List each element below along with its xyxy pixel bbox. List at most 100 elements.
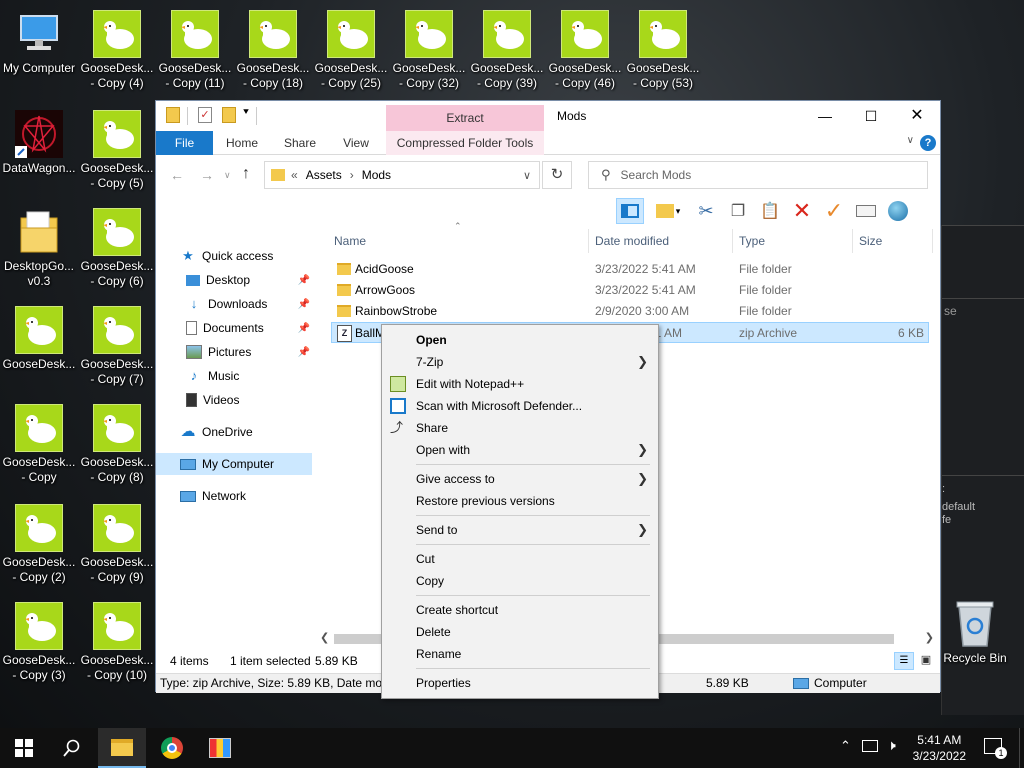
scroll-right-icon[interactable]: ❯ xyxy=(925,631,934,644)
search-button[interactable] xyxy=(48,728,96,768)
cut-icon[interactable]: ✂ xyxy=(692,198,720,224)
recycle-bin-icon[interactable]: Recycle Bin xyxy=(936,598,1014,694)
extract-context-tab[interactable]: Extract xyxy=(386,105,544,131)
desktop-icon-goose-shortcut[interactable]: GooseDesk... - Copy (10) xyxy=(78,596,156,692)
customize-quick-access-icon[interactable]: ⯆ xyxy=(242,107,250,118)
network-status-icon[interactable] xyxy=(862,740,878,752)
help-button[interactable]: ? xyxy=(920,135,936,151)
search-input[interactable]: ⚲ Search Mods xyxy=(588,161,928,189)
desktop-icon-goose-shortcut[interactable]: GooseDesk... - Copy (46) xyxy=(546,4,624,100)
desktop-icon-goose-shortcut[interactable]: GooseDesk... - Copy (8) xyxy=(78,398,156,494)
desktop-icon-goose-shortcut[interactable]: GooseDesk... - Copy (3) xyxy=(0,596,78,692)
desktop-icon-my-computer[interactable]: My Computer xyxy=(0,4,78,100)
tab-compressed-folder-tools[interactable]: Compressed Folder Tools xyxy=(386,131,544,155)
title-bar[interactable]: ✓ ⯆ Extract Mods — ☐ ✕ xyxy=(156,101,940,131)
menu-item-rename[interactable]: Rename xyxy=(382,643,658,665)
expand-ribbon-icon[interactable]: ∨ xyxy=(907,135,914,146)
desktop-icon-goose-shortcut[interactable]: GooseDesk... - Copy (11) xyxy=(156,4,234,100)
show-hidden-icons-icon[interactable]: ⌃ xyxy=(840,738,851,754)
properties-check-icon[interactable]: ✓ xyxy=(820,198,848,224)
clock[interactable]: 5:41 AM 3/23/2022 xyxy=(913,732,966,764)
desktop-icon-goose-shortcut[interactable]: GooseDesk... - Copy (32) xyxy=(390,4,468,100)
menu-item-give-access[interactable]: Give access to ❯ xyxy=(382,468,658,490)
desktop-icon-goose-shortcut[interactable]: GooseDesk... - Copy (5) xyxy=(78,104,156,200)
pin-icon[interactable]: 📌 xyxy=(298,323,310,334)
column-header-date[interactable]: Date modified xyxy=(595,231,669,251)
menu-item-properties[interactable]: Properties xyxy=(382,672,658,694)
large-icons-view-icon[interactable]: ▣ xyxy=(916,652,936,670)
scroll-left-icon[interactable]: ❮ xyxy=(320,631,329,644)
start-button[interactable] xyxy=(0,728,48,768)
desktop-icon-goose-shortcut[interactable]: GooseDesk... - Copy (2) xyxy=(0,498,78,594)
menu-item-delete[interactable]: Delete xyxy=(382,621,658,643)
breadcrumb-separator[interactable]: › xyxy=(350,168,354,182)
tab-share[interactable]: Share xyxy=(276,131,324,155)
menu-item-open[interactable]: Open xyxy=(382,329,658,351)
column-header-type[interactable]: Type xyxy=(739,231,765,251)
nav-desktop[interactable]: Desktop 📌 xyxy=(186,269,314,291)
desktop-icon-goose-shortcut[interactable]: GooseDesk... - Copy (4) xyxy=(78,4,156,100)
desktop-icon-goose-shortcut[interactable]: GooseDesk... xyxy=(0,300,78,396)
menu-item-restore-versions[interactable]: Restore previous versions xyxy=(382,490,658,512)
pin-icon[interactable]: 📌 xyxy=(298,275,310,286)
minimize-button[interactable]: — xyxy=(802,101,848,131)
menu-item-edit-notepadpp[interactable]: Edit with Notepad++ xyxy=(382,373,658,395)
tab-file[interactable]: File xyxy=(156,131,213,155)
taskbar-chrome[interactable] xyxy=(148,728,196,768)
column-header-size[interactable]: Size xyxy=(859,231,882,251)
nav-documents[interactable]: Documents 📌 xyxy=(186,317,314,339)
address-bar[interactable]: « Assets › Mods ∨ xyxy=(264,161,540,189)
menu-item-cut[interactable]: Cut xyxy=(382,548,658,570)
breadcrumb-mods[interactable]: Mods xyxy=(362,168,391,182)
nav-network[interactable]: Network xyxy=(180,485,314,507)
rename-icon[interactable] xyxy=(852,198,880,224)
delete-icon[interactable]: ✕ xyxy=(788,198,816,224)
tab-home[interactable]: Home xyxy=(218,131,266,155)
pin-icon[interactable]: 📌 xyxy=(298,299,310,310)
paste-icon[interactable]: 📋 xyxy=(756,198,784,224)
menu-item-scan-defender[interactable]: Scan with Microsoft Defender... xyxy=(382,395,658,417)
pin-icon[interactable]: 📌 xyxy=(298,347,310,358)
column-header-name[interactable]: Name xyxy=(334,231,366,251)
desktop-icon-goose-shortcut[interactable]: GooseDesk... - Copy (18) xyxy=(234,4,312,100)
taskbar-app[interactable] xyxy=(196,728,244,768)
show-desktop-button[interactable] xyxy=(1019,728,1024,768)
nav-pictures[interactable]: Pictures 📌 xyxy=(186,341,314,363)
preview-pane-icon[interactable] xyxy=(616,198,644,224)
desktop-icon-datawagon[interactable]: DataWagon... xyxy=(0,104,78,200)
forward-arrow-icon[interactable]: → xyxy=(200,167,214,183)
nav-videos[interactable]: Videos xyxy=(186,389,314,411)
properties-checkmark-icon[interactable]: ✓ xyxy=(198,107,212,123)
menu-item-create-shortcut[interactable]: Create shortcut xyxy=(382,599,658,621)
up-arrow-icon[interactable]: ↑ xyxy=(242,165,250,183)
desktop-icon-goose-shortcut[interactable]: GooseDesk... - Copy (53) xyxy=(624,4,702,100)
nav-my-computer[interactable]: My Computer xyxy=(156,453,312,475)
breadcrumb-assets[interactable]: Assets xyxy=(306,168,342,182)
desktop-icon-goose-shortcut[interactable]: GooseDesk... - Copy (25) xyxy=(312,4,390,100)
file-row[interactable]: RainbowStrobe 2/9/2020 3:00 AM File fold… xyxy=(331,301,929,322)
menu-item-copy[interactable]: Copy xyxy=(382,570,658,592)
new-folder-menu-icon[interactable]: ▾ xyxy=(648,198,688,224)
back-arrow-icon[interactable]: ← xyxy=(170,167,184,183)
desktop-icon-goose-shortcut[interactable]: GooseDesk... - Copy (39) xyxy=(468,4,546,100)
menu-item-7zip[interactable]: 7-Zip ❯ xyxy=(382,351,658,373)
new-folder-icon[interactable] xyxy=(222,107,236,123)
notifications-button[interactable]: 1 xyxy=(984,738,1007,759)
refresh-icon[interactable]: ↻ xyxy=(542,161,572,189)
copy-icon[interactable]: ❐ xyxy=(724,198,752,224)
details-view-icon[interactable]: ☰ xyxy=(894,652,914,670)
tab-view[interactable]: View xyxy=(332,131,380,155)
desktop-icon-goose-shortcut[interactable]: GooseDesk... - Copy (6) xyxy=(78,202,156,298)
address-dropdown-icon[interactable]: ∨ xyxy=(523,169,531,182)
nav-onedrive[interactable]: ☁ OneDrive xyxy=(180,421,314,443)
close-button[interactable]: ✕ xyxy=(894,101,940,131)
file-row[interactable]: ArrowGoos 3/23/2022 5:41 AM File folder xyxy=(331,280,929,301)
nav-downloads[interactable]: ↓ Downloads 📌 xyxy=(186,293,314,315)
nav-music[interactable]: ♪ Music xyxy=(186,365,314,387)
nav-quick-access[interactable]: ★ Quick access xyxy=(180,245,314,267)
menu-item-share[interactable]: ⤴ Share xyxy=(382,417,658,439)
settings-shell-icon[interactable] xyxy=(884,198,912,224)
menu-item-open-with[interactable]: Open with ❯ xyxy=(382,439,658,461)
desktop-icon-desktopgoose-folder[interactable]: DesktopGo... v0.3 xyxy=(0,202,78,298)
desktop-icon-goose-shortcut[interactable]: GooseDesk... - Copy (9) xyxy=(78,498,156,594)
